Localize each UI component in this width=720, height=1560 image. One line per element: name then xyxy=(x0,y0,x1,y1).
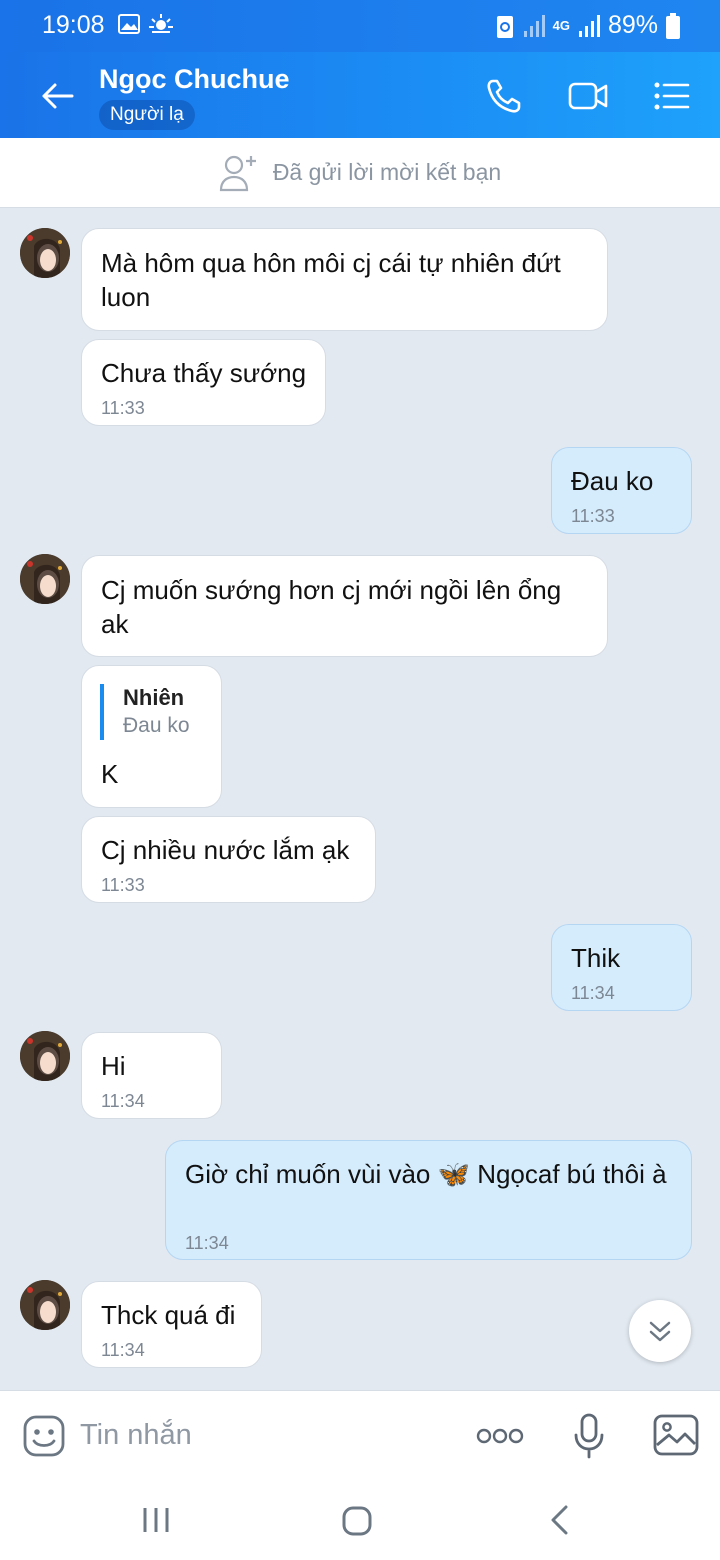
message-text: Hi xyxy=(101,1051,126,1081)
contact-avatar[interactable] xyxy=(20,228,70,278)
contact-avatar[interactable] xyxy=(20,1031,70,1081)
phone-icon[interactable] xyxy=(484,76,524,116)
message-text: Cj nhiều nước lắm ạk xyxy=(101,835,350,865)
back-nav-icon[interactable] xyxy=(548,1504,570,1536)
message-bubble-incoming[interactable]: Cj muốn sướng hơn cj mới ngồi lên ổng ak xyxy=(81,555,608,657)
reply-quote-name: Nhiên xyxy=(123,685,185,710)
message-bubble-incoming[interactable]: Hi 11:34 xyxy=(81,1032,222,1119)
message-text: Thik xyxy=(571,943,621,973)
message-bubble-outgoing[interactable]: Giờ chỉ muốn vùi vào 🦋 Ngọcaf bú thôi à … xyxy=(165,1140,692,1260)
menu-list-icon[interactable] xyxy=(652,76,692,116)
data-saver-icon xyxy=(496,15,513,38)
message-text: Cj muốn sướng hơn cj mới ngồi lên ổng ak xyxy=(101,575,562,639)
scroll-to-bottom-button[interactable] xyxy=(629,1300,691,1362)
emoji-icon[interactable] xyxy=(22,1414,66,1458)
add-friend-icon xyxy=(219,155,256,191)
message-bubble-incoming[interactable]: Thck quá đi 11:34 xyxy=(81,1281,262,1368)
message-bubble-outgoing[interactable]: Thik 11:34 xyxy=(551,924,692,1011)
image-icon[interactable] xyxy=(653,1414,699,1456)
message-text: Thck quá đi xyxy=(101,1300,236,1330)
message-time: 11:34 xyxy=(185,1233,229,1253)
video-call-icon[interactable] xyxy=(568,76,608,116)
chat-header: Ngọc Chuchue Người lạ xyxy=(0,52,720,138)
message-text: Đau ko xyxy=(571,466,654,496)
message-time: 11:34 xyxy=(571,983,615,1003)
recent-apps-icon[interactable] xyxy=(141,1505,171,1535)
message-bubble-reply[interactable]: Nhiên Đau ko K xyxy=(81,665,222,808)
message-text: Chưa thấy sướng xyxy=(101,358,307,388)
friend-request-label: Đã gửi lời mời kết bạn xyxy=(272,159,502,185)
microphone-icon[interactable] xyxy=(573,1413,605,1459)
battery-percent: 89% xyxy=(607,11,658,39)
reply-quote-text: Đau ko xyxy=(123,714,190,737)
message-bubble-incoming[interactable]: Mà hôm qua hôn môi cj cái tự nhiên đứt l… xyxy=(81,228,608,331)
stranger-badge: Người lạ xyxy=(99,100,195,130)
status-bar: 19:08 4G 89% xyxy=(0,0,720,52)
message-time: 11:33 xyxy=(101,875,145,895)
message-input-bar: Tin nhắn xyxy=(0,1390,720,1480)
weather-notification-icon xyxy=(149,14,173,33)
battery-icon xyxy=(666,12,680,39)
back-arrow-icon[interactable] xyxy=(38,76,78,116)
message-text: Mà hôm qua hôn môi cj cái tự nhiên đứt l… xyxy=(101,248,561,312)
reply-quote[interactable]: Nhiên Đau ko xyxy=(100,684,190,740)
signal-2-icon xyxy=(578,14,600,37)
message-bubble-incoming[interactable]: Chưa thấy sướng 11:33 xyxy=(81,339,326,426)
signal-icon xyxy=(523,14,545,37)
message-bubble-outgoing[interactable]: Đau ko 11:33 xyxy=(551,447,692,534)
chevron-double-down-icon xyxy=(649,1321,671,1342)
message-bubble-incoming[interactable]: Cj nhiều nước lắm ạk 11:33 xyxy=(81,816,376,903)
message-time: 11:34 xyxy=(101,1091,145,1111)
message-time: 11:33 xyxy=(571,506,615,526)
message-time: 11:33 xyxy=(101,398,145,418)
system-nav-bar xyxy=(0,1480,720,1560)
contact-avatar[interactable] xyxy=(20,554,70,604)
gallery-notification-icon xyxy=(118,14,140,34)
message-input[interactable]: Tin nhắn xyxy=(80,1419,192,1452)
status-time: 19:08 xyxy=(42,11,105,39)
message-text: Giờ chỉ muốn vùi vào 🦋 Ngọcaf bú thôi à xyxy=(185,1159,667,1189)
contact-name[interactable]: Ngọc Chuchue xyxy=(99,64,290,95)
message-text: K xyxy=(101,759,119,789)
friend-request-bar: Đã gửi lời mời kết bạn xyxy=(0,138,720,208)
network-type: 4G xyxy=(552,18,570,33)
message-time: 11:34 xyxy=(101,1340,145,1360)
home-icon[interactable] xyxy=(341,1505,373,1537)
contact-avatar[interactable] xyxy=(20,1280,70,1330)
more-dots-icon[interactable] xyxy=(476,1427,524,1445)
